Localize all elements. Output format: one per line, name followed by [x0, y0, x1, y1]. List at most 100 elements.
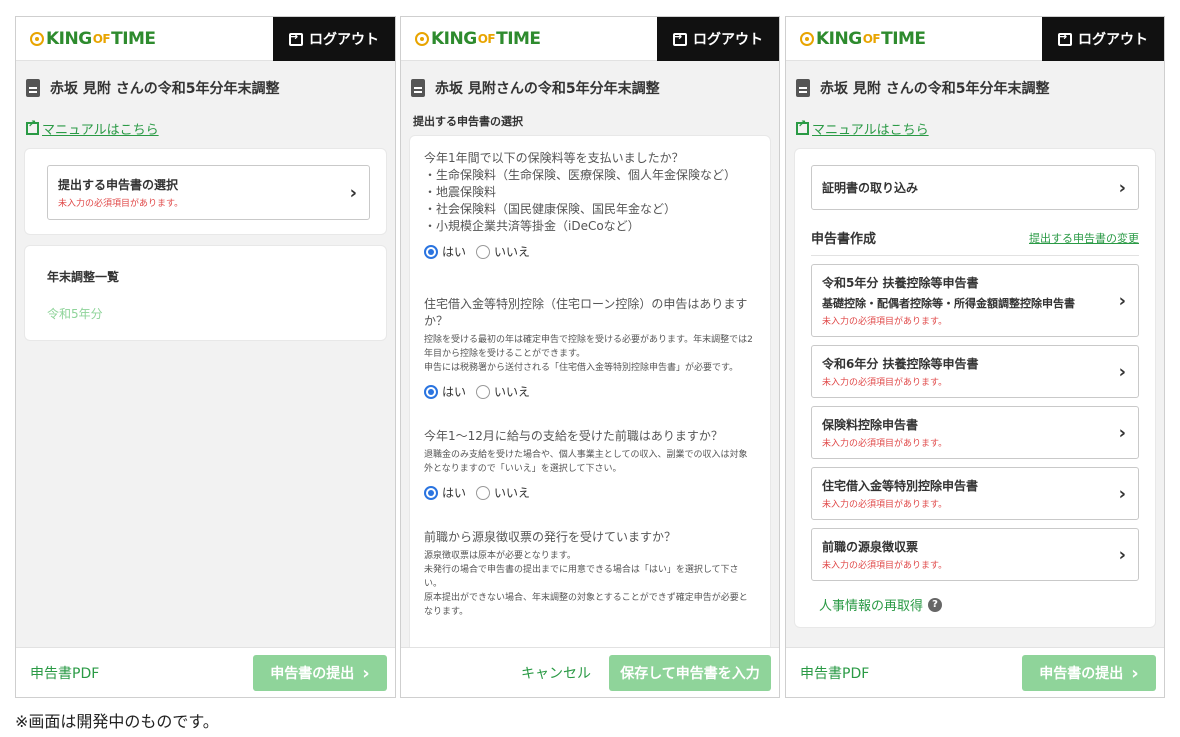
radio-yes[interactable]: はい [424, 484, 466, 501]
form-item[interactable]: 住宅借入金等特別控除申告書 未入力の必須項目があります。 › [811, 467, 1139, 520]
logo-king: KING [816, 29, 862, 49]
select-forms-button[interactable]: 提出する申告書の選択 未入力の必須項目があります。 › [47, 165, 370, 220]
logout-label: ログアウト [1078, 32, 1148, 48]
pdf-link[interactable]: 申告書PDF [800, 663, 869, 683]
required-error: 未入力の必須項目があります。 [58, 199, 184, 209]
reacquire-label: 人事情報の再取得 [819, 599, 924, 614]
logo-of: OF [862, 32, 881, 46]
logo-sun-icon [30, 32, 44, 46]
reacquire-link[interactable]: 人事情報の再取得 ? [811, 595, 1139, 614]
king-of-time-logo[interactable]: KING OF TIME [800, 29, 926, 49]
radio-yes[interactable]: はい [424, 383, 466, 400]
form-label: 住宅借入金等特別控除申告書 [822, 479, 979, 493]
radio-no[interactable]: いいえ [476, 484, 530, 501]
logo-time: TIME [881, 29, 926, 49]
radio-yes-label: はい [442, 385, 467, 399]
logout-button[interactable]: ログアウト [273, 17, 395, 61]
logout-label: ログアウト [693, 32, 763, 48]
radio-no[interactable]: いいえ [476, 383, 530, 400]
radio-no-label: いいえ [494, 245, 531, 259]
import-certificate-button[interactable]: 証明書の取り込み › [811, 165, 1139, 210]
page-title: 赤坂 見附さんの令和5年分年末調整 [435, 81, 660, 97]
king-of-time-logo[interactable]: KING OF TIME [415, 29, 541, 49]
save-label: 保存して申告書を入力 [620, 666, 760, 682]
manual-link[interactable]: マニュアルはこちら [786, 103, 1164, 138]
radio-yes-label: はい [442, 486, 467, 500]
screen-2: KINGOFTIME ログアウト 赤坂 見附さんの令和5年分年末調整 提出する申… [400, 16, 780, 698]
manual-link-text: マニュアルはこちら [42, 123, 159, 138]
list-title: 年末調整一覧 [47, 270, 120, 284]
logout-button[interactable]: ログアウト [1042, 17, 1164, 61]
list-item-2023[interactable]: 令和5年分 [47, 305, 364, 322]
chevron-right-icon: › [349, 182, 357, 203]
logo-king: KING [431, 29, 477, 49]
radio-unselected-icon [476, 244, 491, 259]
screen-3: KINGOFTIME ログアウト 赤坂 見附 さんの令和5年分年末調整 マニュア… [785, 16, 1165, 698]
page-title-row: 赤坂 見附 さんの令和5年分年末調整 [786, 61, 1164, 103]
logo-king: KING [46, 29, 92, 49]
logout-button[interactable]: ログアウト [657, 17, 779, 61]
external-link-icon [796, 119, 809, 135]
submit-button[interactable]: 申告書の提出 › [253, 655, 387, 691]
radio-yes[interactable]: はい [424, 243, 466, 260]
form-item[interactable]: 保険料控除申告書 未入力の必須項目があります。 › [811, 406, 1139, 459]
form-label: 前職の源泉徴収票 [822, 540, 919, 554]
form-item[interactable]: 令和5年分 扶養控除等申告書 基礎控除・配偶者控除等・所得金額調整控除申告書 未… [811, 264, 1139, 337]
question-withholding-slip: 前職から源泉徴収票の発行を受けていますか？ 源泉徴収票は原本が必要となります。 … [410, 529, 770, 619]
chevron-right-icon: › [1118, 483, 1126, 504]
chevron-right-icon: › [1118, 544, 1126, 565]
help-icon[interactable]: ? [928, 597, 943, 612]
footer-bar: キャンセル 保存して申告書を入力 [401, 647, 779, 697]
radio-no[interactable]: いいえ [476, 243, 530, 260]
form-item[interactable]: 令和6年分 扶養控除等申告書 未入力の必須項目があります。 › [811, 345, 1139, 398]
form-item[interactable]: 前職の源泉徴収票 未入力の必須項目があります。 › [811, 528, 1139, 581]
section-title: 申告書作成 [811, 232, 877, 247]
chevron-right-icon: › [1118, 290, 1126, 311]
question-insurance: 今年1年間で以下の保険料等を支払いましたか？ ・生命保険料（生命保険、医療保険、… [410, 150, 770, 260]
logo-sun-icon [415, 32, 429, 46]
external-link-icon [26, 119, 39, 135]
questions-card: 今年1年間で以下の保険料等を支払いましたか？ ・生命保険料（生命保険、医療保険、… [409, 135, 771, 655]
logo-time: TIME [111, 29, 156, 49]
question-title: 今年1年間で以下の保険料等を支払いましたか？ [424, 151, 684, 165]
king-of-time-logo[interactable]: KING OF TIME [30, 29, 156, 49]
app-header: KINGOFTIME ログアウト [401, 17, 779, 61]
submit-button[interactable]: 申告書の提出 › [1022, 655, 1156, 691]
question-title: 前職から源泉徴収票の発行を受けていますか？ [424, 530, 677, 544]
radio-selected-icon [424, 384, 438, 399]
question-housing-loan: 住宅借入金等特別控除（住宅ローン控除）の申告はありますか？ 控除を受ける最初の年… [410, 296, 770, 400]
question-note: 源泉徴収票は原本が必要となります。 [424, 551, 576, 561]
required-error: 未入力の必須項目があります。 [822, 317, 948, 327]
chevron-right-icon: › [1131, 662, 1139, 684]
form-sublabel: 基礎控除・配偶者控除等・所得金額調整控除申告書 [822, 297, 1075, 310]
page-title: 赤坂 見附 さんの令和5年分年末調整 [820, 81, 1050, 97]
radio-unselected-icon [476, 485, 491, 500]
required-error: 未入力の必須項目があります。 [822, 439, 948, 449]
radio-selected-icon [424, 485, 438, 500]
select-forms-label: 提出する申告書の選択 [58, 178, 179, 192]
question-note: 退職金のみ支給を受けた場合や、個人事業主としての収入、副業での収入は対象外となり… [424, 450, 748, 474]
page-title-row: 赤坂 見附さんの令和5年分年末調整 [401, 61, 779, 103]
logout-label: ログアウト [309, 32, 379, 48]
question-note: 控除を受ける最初の年は確定申告で控除を受ける必要があります。年末調整では2年目か… [424, 335, 753, 359]
cancel-button[interactable]: キャンセル [521, 663, 591, 683]
form-label: 令和6年分 扶養控除等申告書 [822, 357, 979, 371]
screen-1: KINGOFTIME ログアウト 赤坂 見附 さんの令和5年分年末調整 マニュア… [15, 16, 396, 698]
logo-of: OF [477, 32, 496, 46]
yes-no-radios: はい いいえ [424, 383, 756, 400]
manual-link[interactable]: マニュアルはこちら [16, 103, 395, 138]
radio-selected-icon [424, 244, 438, 259]
question-bullet: ・生命保険料（生命保険、医療保険、個人年金保険など） [424, 168, 737, 182]
pdf-link[interactable]: 申告書PDF [30, 663, 99, 683]
save-and-input-button[interactable]: 保存して申告書を入力 [609, 655, 771, 691]
change-forms-link[interactable]: 提出する申告書の変更 [1029, 230, 1139, 246]
logo-of: OF [92, 32, 111, 46]
logout-icon [673, 30, 687, 46]
footer-bar: 申告書PDF 申告書の提出 › [786, 647, 1164, 697]
logo-sun-icon [800, 32, 814, 46]
required-error: 未入力の必須項目があります。 [822, 561, 948, 571]
year-end-list-card: 年末調整一覧 令和5年分 [24, 245, 387, 341]
question-title: 住宅借入金等特別控除（住宅ローン控除）の申告はありますか？ [424, 297, 748, 328]
import-label: 証明書の取り込み [822, 181, 919, 195]
question-note: 未発行の場合で申告書の提出までに用意できる場合は「はい」を選択して下さい。 [424, 565, 739, 589]
